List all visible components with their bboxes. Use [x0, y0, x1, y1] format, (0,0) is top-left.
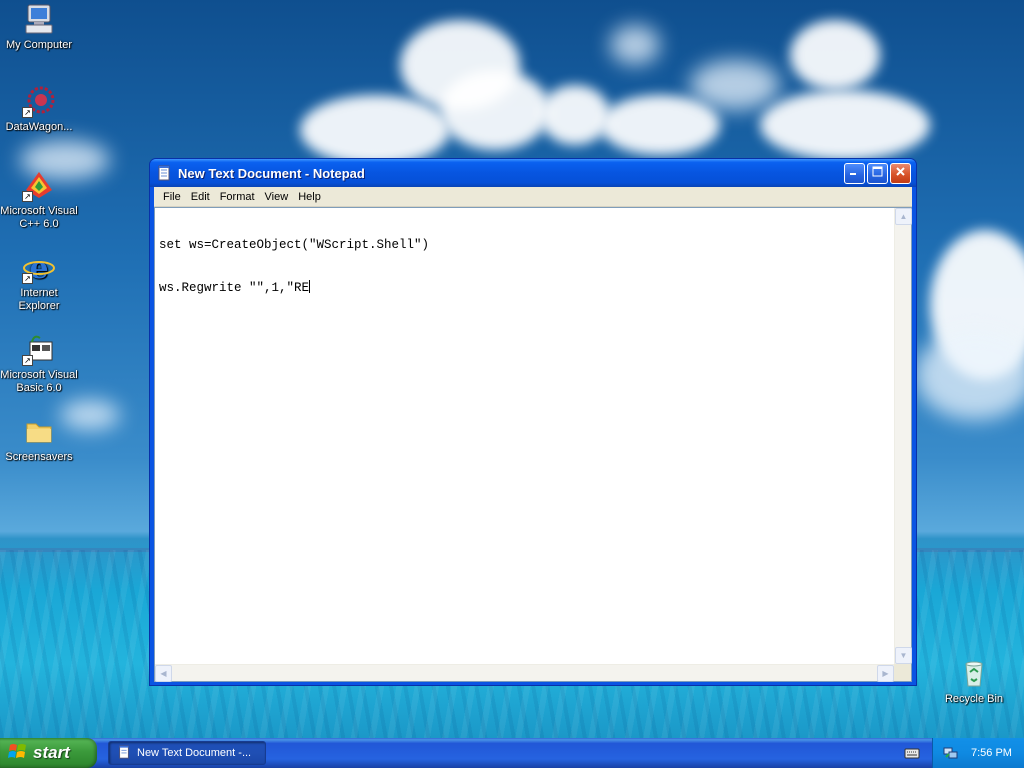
- desktop-icon-label: Microsoft Visual Basic 6.0: [0, 369, 78, 394]
- desktop-icon-screensavers[interactable]: Screensavers: [0, 414, 78, 464]
- visual-cpp-icon: ↗: [22, 168, 56, 202]
- menu-help[interactable]: Help: [293, 188, 326, 206]
- scroll-down-button[interactable]: ▼: [895, 647, 912, 664]
- desktop-icon-label: Microsoft Visual C++ 6.0: [0, 205, 78, 230]
- desktop-icon-visual-cpp[interactable]: ↗ Microsoft Visual C++ 6.0: [0, 168, 78, 231]
- start-button[interactable]: start: [0, 738, 97, 768]
- minimize-button[interactable]: [844, 163, 865, 184]
- text-line-current: ws.Regwrite "",1,"RE: [159, 280, 890, 295]
- desktop-icon-label: Internet Explorer: [18, 287, 60, 312]
- arrow-up-icon: ▲: [899, 212, 908, 221]
- notepad-window[interactable]: New Text Document - Notepad File Edit Fo…: [149, 158, 917, 686]
- taskbar-button-notepad[interactable]: New Text Document -...: [108, 741, 266, 765]
- close-icon: [895, 166, 906, 180]
- window-title: New Text Document - Notepad: [178, 165, 365, 181]
- windows-logo-icon: [8, 742, 28, 765]
- shortcut-arrow-icon: ↗: [22, 191, 33, 202]
- arrow-down-icon: ▼: [899, 651, 908, 660]
- clock[interactable]: 7:56 PM: [971, 747, 1012, 759]
- maximize-icon: [872, 166, 883, 180]
- datawagon-icon: ↗: [22, 84, 56, 118]
- text-caret: [309, 280, 311, 293]
- folder-icon: [22, 414, 56, 448]
- maximize-button[interactable]: [867, 163, 888, 184]
- vertical-scrollbar[interactable]: ▲ ▼: [894, 208, 912, 664]
- menu-format[interactable]: Format: [215, 188, 260, 206]
- scroll-right-button[interactable]: ▶: [877, 665, 894, 682]
- keyboard-icon[interactable]: [904, 746, 920, 763]
- horizontal-scrollbar[interactable]: ◀ ▶: [155, 664, 894, 682]
- my-computer-icon: [22, 2, 56, 36]
- arrow-right-icon: ▶: [882, 669, 889, 678]
- title-bar[interactable]: New Text Document - Notepad: [150, 159, 916, 187]
- desktop-icon-my-computer[interactable]: My Computer: [0, 2, 78, 52]
- text-line: set ws=CreateObject("WScript.Shell"): [159, 238, 430, 252]
- taskbar-button-label: New Text Document -...: [137, 747, 252, 759]
- taskbar: start New Text Document -... 7:56 PM: [0, 738, 1024, 768]
- system-tray: 7:56 PM: [932, 738, 1024, 768]
- arrow-left-icon: ◀: [160, 669, 167, 678]
- minimize-icon: [849, 166, 860, 180]
- editor-content[interactable]: set ws=CreateObject("WScript.Shell") ws.…: [155, 208, 894, 664]
- notepad-icon: [117, 744, 131, 762]
- menu-edit[interactable]: Edit: [186, 188, 215, 206]
- desktop-icon-recycle-bin[interactable]: Recycle Bin: [935, 656, 1013, 706]
- shortcut-arrow-icon: ↗: [22, 355, 33, 366]
- desktop-icon-label: Screensavers: [5, 451, 73, 463]
- notepad-icon: [156, 165, 172, 181]
- desktop-icon-visual-basic[interactable]: ↗ Microsoft Visual Basic 6.0: [0, 332, 78, 395]
- text-area[interactable]: set ws=CreateObject("WScript.Shell") ws.…: [154, 207, 912, 682]
- desktop-icon-label: Recycle Bin: [944, 693, 1004, 705]
- visual-basic-icon: ↗: [22, 332, 56, 366]
- scroll-up-button[interactable]: ▲: [895, 208, 912, 225]
- desktop-icon-datawagon[interactable]: ↗ DataWagon...: [0, 84, 78, 134]
- network-icon[interactable]: [943, 744, 959, 763]
- desktop-icon-label: DataWagon...: [5, 121, 73, 133]
- shortcut-arrow-icon: ↗: [22, 107, 33, 118]
- desktop-icon-label: My Computer: [5, 39, 73, 51]
- recycle-bin-icon: [957, 656, 991, 690]
- scroll-corner: [894, 664, 911, 681]
- desktop-icon-internet-explorer[interactable]: e ↗ Internet Explorer: [0, 250, 78, 313]
- menu-view[interactable]: View: [260, 188, 294, 206]
- menu-bar: File Edit Format View Help: [154, 187, 912, 207]
- shortcut-arrow-icon: ↗: [22, 273, 33, 284]
- scroll-left-button[interactable]: ◀: [155, 665, 172, 682]
- text-line-value: ws.Regwrite "",1,"RE: [159, 281, 310, 295]
- menu-file[interactable]: File: [158, 188, 186, 206]
- close-button[interactable]: [890, 163, 911, 184]
- internet-explorer-icon: e ↗: [22, 250, 56, 286]
- start-label: start: [33, 743, 70, 762]
